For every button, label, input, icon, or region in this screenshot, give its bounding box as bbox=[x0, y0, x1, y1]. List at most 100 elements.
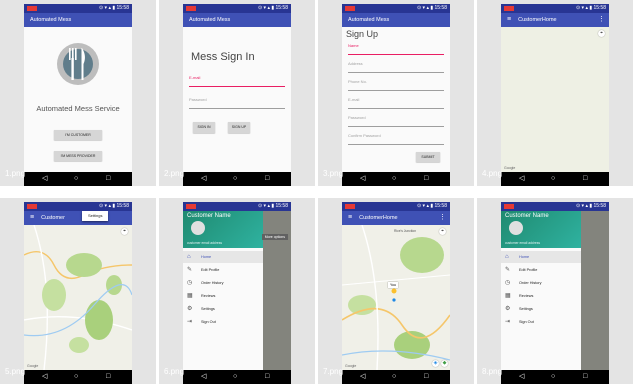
recents-icon[interactable]: □ bbox=[583, 174, 587, 183]
drawer-item-reviews[interactable]: ▦ Reviews bbox=[501, 290, 581, 302]
phone-screen: ⊙ ▾ ▴ ▮ 15:58 More options Customer Name… bbox=[183, 202, 291, 384]
gear-icon: ⚙ bbox=[187, 306, 193, 312]
status-bar: ⊙ ▾ ▴ ▮ 15:58 bbox=[183, 4, 291, 13]
back-icon[interactable]: ◁ bbox=[42, 372, 47, 381]
drawer-item-sign-out[interactable]: ⇥ Sign Out bbox=[501, 316, 581, 328]
menu-icon[interactable]: ≡ bbox=[30, 211, 34, 225]
app-bar-title: Automated Mess bbox=[189, 17, 231, 23]
file-label: 7.png bbox=[323, 367, 344, 376]
home-icon[interactable]: ○ bbox=[551, 174, 555, 183]
back-icon[interactable]: ◁ bbox=[201, 174, 206, 183]
customer-email: customer email address bbox=[505, 241, 540, 245]
app-bar-title: CustomerHome bbox=[518, 17, 557, 23]
drawer-item-home[interactable]: ⌂ Home bbox=[501, 251, 581, 263]
map-view[interactable] bbox=[342, 225, 450, 370]
password-field[interactable]: Password bbox=[348, 114, 444, 127]
place-label: Rice's Junction bbox=[394, 229, 417, 233]
app-bar: ≡ Customer bbox=[24, 211, 132, 225]
home-icon[interactable]: ○ bbox=[233, 174, 237, 183]
my-location-icon[interactable]: ⌖ bbox=[439, 228, 446, 235]
file-label: 4.png bbox=[482, 169, 503, 178]
overflow-menu-icon[interactable]: ⋮ bbox=[598, 13, 605, 27]
back-icon[interactable]: ◁ bbox=[519, 174, 524, 183]
home-icon[interactable]: ○ bbox=[392, 174, 396, 183]
more-options-tooltip: More options bbox=[261, 234, 288, 240]
home-icon[interactable]: ○ bbox=[233, 372, 237, 381]
screenshot-1: ⊙ ▾ ▴ ▮ 15:58 Automated Mess Automated M… bbox=[0, 0, 156, 186]
back-icon[interactable]: ◁ bbox=[201, 372, 206, 381]
recents-icon[interactable]: □ bbox=[106, 174, 110, 183]
overflow-menu-icon[interactable]: ⋮ bbox=[439, 211, 446, 225]
avatar bbox=[191, 221, 205, 235]
drawer-item-reviews[interactable]: ▦ Reviews bbox=[183, 290, 263, 302]
my-location-icon[interactable]: ⌖ bbox=[121, 228, 128, 235]
drawer-item-sign-out[interactable]: ⇥ Sign Out bbox=[183, 316, 263, 328]
map-view[interactable] bbox=[501, 27, 609, 172]
drawer-item-order-history[interactable]: ◷ Order History bbox=[183, 277, 263, 289]
page-title: Sign Up bbox=[346, 29, 379, 39]
map-view[interactable] bbox=[24, 225, 132, 370]
my-location-icon[interactable]: ⌖ bbox=[598, 30, 605, 37]
submit-button[interactable]: SUBMIT bbox=[416, 152, 440, 162]
password-field[interactable]: Password bbox=[189, 96, 285, 109]
avatar bbox=[509, 221, 523, 235]
file-label: 2.png bbox=[164, 169, 185, 178]
nav-bar: ◁ ○ □ bbox=[183, 370, 291, 384]
drawer-item-edit-profile[interactable]: ✎ Edit Profile bbox=[183, 264, 263, 276]
recents-icon[interactable]: □ bbox=[265, 174, 269, 183]
back-icon[interactable]: ◁ bbox=[360, 372, 365, 381]
recents-icon[interactable]: □ bbox=[583, 372, 587, 381]
customer-email: customer email address bbox=[187, 241, 222, 245]
phone-field[interactable]: Phone No. bbox=[348, 78, 444, 91]
recents-icon[interactable]: □ bbox=[265, 372, 269, 381]
phone-screen: ⊙ ▾ ▴ ▮ 15:58 Automated Mess Automated M… bbox=[24, 4, 132, 186]
google-logo: Google bbox=[27, 364, 39, 368]
sign-out-icon: ⇥ bbox=[505, 319, 511, 325]
home-icon[interactable]: ○ bbox=[74, 174, 78, 183]
history-icon: ◷ bbox=[505, 280, 511, 286]
back-icon[interactable]: ◁ bbox=[519, 372, 524, 381]
menu-icon[interactable]: ≡ bbox=[348, 211, 352, 225]
name-field[interactable]: Name bbox=[348, 42, 444, 55]
history-icon: ◷ bbox=[187, 280, 193, 286]
mess-provider-button[interactable]: I'M MESS PROVIDER bbox=[54, 151, 102, 161]
screenshot-8: ⊙ ▾ ▴ ▮ 15:58 Customer Name customer ema… bbox=[477, 198, 633, 384]
menu-icon[interactable]: ≡ bbox=[507, 13, 511, 27]
customer-button[interactable]: I'M CUSTOMER bbox=[54, 130, 102, 140]
email-field[interactable]: E-mail bbox=[348, 96, 444, 109]
you-marker-label: You bbox=[388, 282, 398, 288]
phone-screen: ⊙ ▾ ▴ ▮ 15:58 ≡ CustomerHome ⋮ Rice's Junc… bbox=[342, 202, 450, 384]
email-field[interactable]: E-mail bbox=[189, 74, 285, 87]
drawer-item-settings[interactable]: ⚙ Settings bbox=[501, 303, 581, 315]
nav-bar: ◁ ○ □ bbox=[183, 172, 291, 186]
home-icon[interactable]: ○ bbox=[551, 372, 555, 381]
nav-bar: ◁ ○ □ bbox=[501, 172, 609, 186]
sign-up-button[interactable]: SIGN UP bbox=[228, 122, 250, 133]
status-bar: ⊙ ▾ ▴ ▮ 15:58 bbox=[342, 4, 450, 13]
nav-bar: ◁ ○ □ bbox=[501, 370, 609, 384]
home-icon[interactable]: ○ bbox=[392, 372, 396, 381]
fork-knife-logo-icon bbox=[57, 43, 99, 85]
status-bar: ⊙ ▾ ▴ ▮ 15:58 bbox=[342, 202, 450, 211]
settings-menu-item[interactable]: Settings bbox=[82, 211, 109, 221]
drawer-item-edit-profile[interactable]: ✎ Edit Profile bbox=[501, 264, 581, 276]
sign-in-button[interactable]: SIGN IN bbox=[193, 122, 215, 133]
maps-icon[interactable]: ◆ bbox=[441, 360, 448, 367]
drawer-item-home[interactable]: ⌂ Home bbox=[183, 251, 263, 263]
drawer-item-order-history[interactable]: ◷ Order History bbox=[501, 277, 581, 289]
recents-icon[interactable]: □ bbox=[424, 174, 428, 183]
nav-bar: ◁ ○ □ bbox=[342, 172, 450, 186]
navigation-drawer: Customer Name customer email address ⌂ Ho… bbox=[183, 211, 263, 370]
home-icon[interactable]: ○ bbox=[74, 372, 78, 381]
home-icon: ⌂ bbox=[187, 254, 191, 260]
status-bar: ⊙ ▾ ▴ ▮ 15:58 bbox=[24, 4, 132, 13]
recents-icon[interactable]: □ bbox=[424, 372, 428, 381]
recents-icon[interactable]: □ bbox=[106, 372, 110, 381]
back-icon[interactable]: ◁ bbox=[42, 174, 47, 183]
address-field[interactable]: Address bbox=[348, 60, 444, 73]
back-icon[interactable]: ◁ bbox=[360, 174, 365, 183]
drawer-item-settings[interactable]: ⚙ Settings bbox=[183, 303, 263, 315]
confirm-password-field[interactable]: Confirm Password bbox=[348, 132, 444, 145]
directions-icon[interactable]: ◈ bbox=[432, 360, 439, 367]
status-bar: ⊙ ▾ ▴ ▮ 15:58 bbox=[24, 202, 132, 211]
